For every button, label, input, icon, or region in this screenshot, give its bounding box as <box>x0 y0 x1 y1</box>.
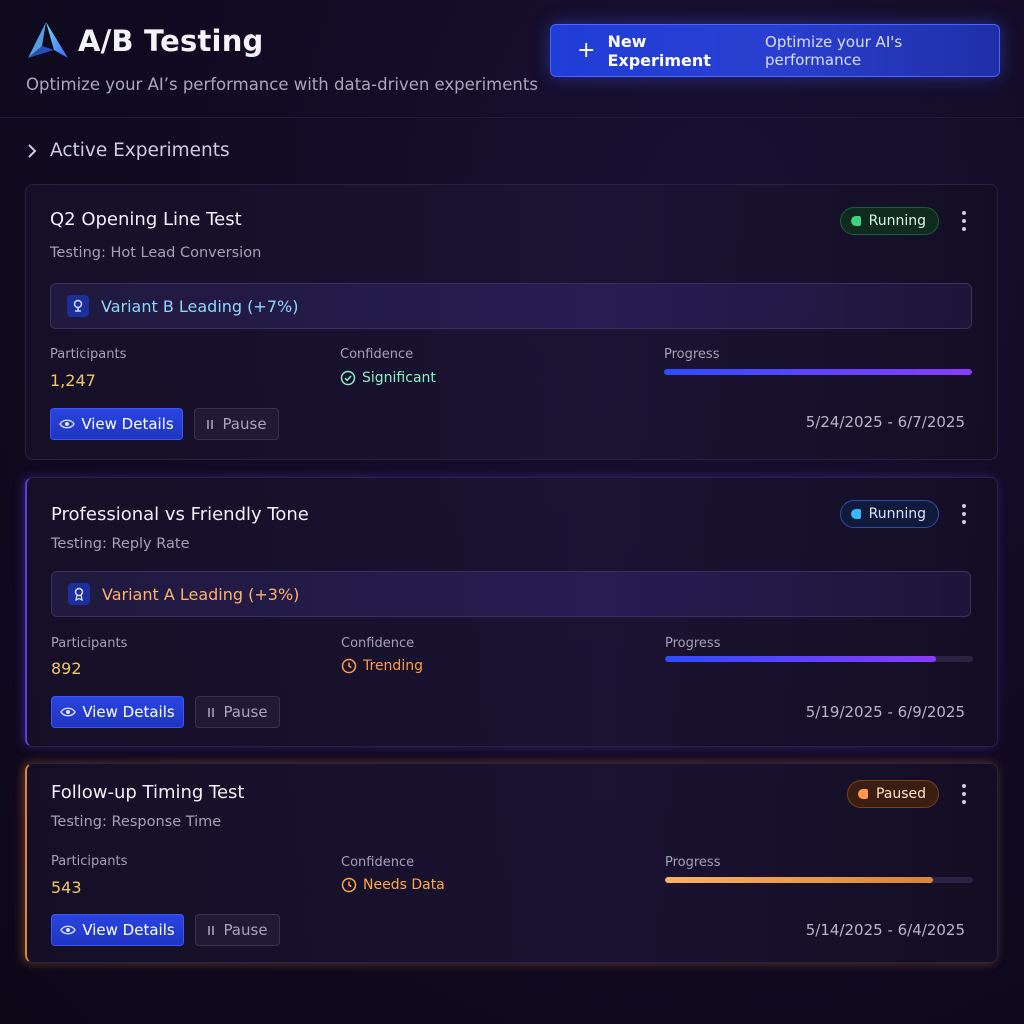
eye-icon <box>59 419 76 429</box>
triangle-logo-icon <box>28 22 68 58</box>
status-badge: Running <box>839 500 939 528</box>
status-badge: Paused <box>846 780 939 808</box>
date-range: 5/24/2025 - 6/7/2025 <box>805 413 965 431</box>
plus-icon: + <box>577 37 596 63</box>
confidence-value: Trending <box>341 658 423 674</box>
new-experiment-label: New Experiment <box>607 31 711 70</box>
status-badge: Running <box>839 207 939 235</box>
page-title: A/B Testing <box>78 24 264 58</box>
view-details-button[interactable]: View Details <box>51 914 184 946</box>
more-options-icon[interactable] <box>961 211 967 231</box>
eye-icon <box>60 925 77 935</box>
page-subtitle: Optimize your AI’s performance with data… <box>26 75 538 94</box>
pause-button[interactable]: Pause <box>195 914 280 946</box>
confidence-text: Trending <box>363 658 423 674</box>
participants-label: Participants <box>51 636 128 651</box>
more-options-icon[interactable] <box>961 784 967 804</box>
progress-fill <box>664 369 972 375</box>
pause-icon <box>206 419 214 429</box>
active-experiments-section-toggle[interactable]: Active Experiments <box>26 140 230 161</box>
view-details-label: View Details <box>82 703 175 721</box>
section-title: Active Experiments <box>50 140 230 161</box>
date-range: 5/14/2025 - 6/4/2025 <box>805 921 965 939</box>
pause-button[interactable]: Pause <box>194 408 279 440</box>
experiment-title: Q2 Opening Line Test <box>50 209 242 230</box>
clock-icon <box>341 658 357 674</box>
confidence-value: Significant <box>340 370 436 386</box>
experiment-card: Professional vs Friendly Tone Testing: R… <box>25 477 998 747</box>
check-circle-icon <box>340 370 356 386</box>
participants-value: 543 <box>51 878 82 897</box>
experiment-card: Follow-up Timing Test Testing: Response … <box>25 763 998 963</box>
experiment-card: Q2 Opening Line Test Testing: Hot Lead C… <box>25 184 998 460</box>
progress-fill <box>665 656 937 662</box>
view-details-label: View Details <box>81 415 174 433</box>
participants-label: Participants <box>50 347 127 362</box>
confidence-text: Significant <box>362 370 436 386</box>
participants-value: 892 <box>51 659 82 678</box>
header-divider <box>0 117 1024 118</box>
status-dot-icon <box>857 789 868 799</box>
status-label: Running <box>868 506 926 522</box>
pause-icon <box>207 925 215 935</box>
leader-text: Variant A Leading (+3%) <box>102 584 300 604</box>
leader-text: Variant B Leading (+7%) <box>101 296 299 316</box>
page-header: A/B Testing Optimize your AI’s performan… <box>24 18 1000 102</box>
experiment-title: Follow-up Timing Test <box>51 782 245 803</box>
pause-button[interactable]: Pause <box>195 696 280 728</box>
view-details-button[interactable]: View Details <box>51 696 184 728</box>
pause-label: Pause <box>223 703 268 721</box>
eye-icon <box>60 707 77 717</box>
pause-label: Pause <box>222 415 267 433</box>
confidence-text: Needs Data <box>363 877 445 893</box>
experiment-metric: Testing: Response Time <box>51 814 222 830</box>
pause-icon <box>207 707 215 717</box>
clock-icon <box>341 877 357 893</box>
progress-fill <box>665 877 933 883</box>
experiment-metric: Testing: Reply Rate <box>51 536 190 552</box>
participants-label: Participants <box>51 854 128 869</box>
chevron-right-icon <box>28 143 37 158</box>
confidence-label: Confidence <box>341 636 415 651</box>
pause-label: Pause <box>223 921 268 939</box>
leader-banner: Variant A Leading (+3%) <box>51 571 971 617</box>
trophy-icon <box>67 295 89 317</box>
confidence-label: Confidence <box>341 855 415 870</box>
new-experiment-button[interactable]: + New Experiment Optimize your AI's perf… <box>550 24 1000 77</box>
progress-label: Progress <box>664 347 720 362</box>
participants-value: 1,247 <box>50 371 96 390</box>
progress-bar <box>664 369 972 375</box>
progress-label: Progress <box>665 855 721 870</box>
new-experiment-subtext: Optimize your AI's performance <box>765 32 903 69</box>
more-options-icon[interactable] <box>961 504 967 524</box>
progress-label: Progress <box>665 636 721 651</box>
status-dot-icon <box>850 216 861 226</box>
confidence-label: Confidence <box>340 347 414 362</box>
leader-banner: Variant B Leading (+7%) <box>50 283 972 329</box>
confidence-value: Needs Data <box>341 877 445 893</box>
progress-bar <box>665 877 973 883</box>
status-dot-icon <box>850 509 861 519</box>
status-label: Paused <box>875 786 926 802</box>
view-details-label: View Details <box>82 921 175 939</box>
experiment-metric: Testing: Hot Lead Conversion <box>50 245 262 261</box>
status-label: Running <box>868 213 926 229</box>
award-icon <box>68 583 90 605</box>
date-range: 5/19/2025 - 6/9/2025 <box>805 703 965 721</box>
view-details-button[interactable]: View Details <box>50 408 183 440</box>
progress-bar <box>665 656 973 662</box>
experiment-title: Professional vs Friendly Tone <box>51 504 309 525</box>
